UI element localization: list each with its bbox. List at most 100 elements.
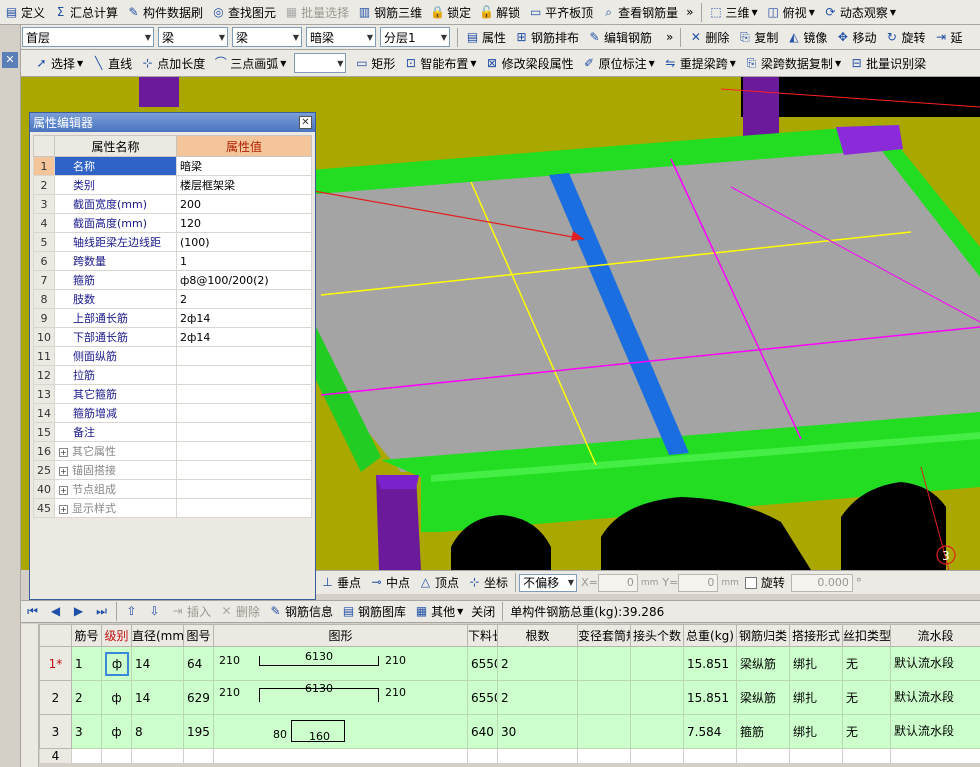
- column-header[interactable]: 变径套筒规格: [577, 624, 632, 647]
- main-toolbar-button-3[interactable]: ◎ 查找图元: [207, 2, 280, 23]
- row-number[interactable]: 3: [39, 714, 72, 749]
- column-header[interactable]: 直径(mm): [131, 624, 184, 647]
- x-coordinate-input[interactable]: 0: [597, 573, 638, 592]
- draw-button-3[interactable]: ⌒ 三点画弧 ▼: [209, 53, 290, 74]
- edit-button-2[interactable]: ◭ 镜像: [782, 27, 831, 48]
- draw-button-1[interactable]: ╲ 直线: [87, 53, 136, 74]
- offset-mode-select[interactable]: 不偏移 ▼: [519, 573, 578, 592]
- table-row[interactable]: 22ф1462921061302106550215.851梁纵筋绑扎无默认流水段…: [39, 680, 980, 715]
- property-row[interactable]: 3 截面宽度(mm) 200: [33, 194, 312, 214]
- property-row[interactable]: 11 侧面纵筋: [33, 346, 312, 366]
- cell-dia[interactable]: 14: [131, 680, 184, 715]
- cell-len[interactable]: 6550: [467, 646, 499, 681]
- row-number[interactable]: 2: [39, 680, 72, 715]
- property-value[interactable]: 暗梁: [176, 156, 312, 176]
- row-number[interactable]: 4: [39, 748, 72, 764]
- insert-button[interactable]: ⇥ 插入: [166, 601, 215, 622]
- column-header[interactable]: 钢筋归类: [736, 624, 791, 647]
- column-header[interactable]: 流水段: [890, 624, 980, 647]
- subtype-select[interactable]: 梁 ▼: [232, 27, 302, 47]
- cell-weight[interactable]: 15.851: [683, 646, 738, 681]
- cell-dia[interactable]: 14: [131, 646, 184, 681]
- property-value[interactable]: 2ф14: [176, 327, 312, 347]
- property-row[interactable]: 9 上部通长筋 2ф14: [33, 308, 312, 328]
- property-value[interactable]: 2: [176, 289, 312, 309]
- draw2-button-1[interactable]: ⊡ 智能布置 ▼: [399, 53, 480, 74]
- draw2-button-3[interactable]: ✐ 原位标注 ▼: [578, 53, 659, 74]
- main-toolbar-button-1[interactable]: Σ 汇总计算: [49, 2, 122, 23]
- cell-count[interactable]: 2: [497, 646, 579, 681]
- property-row[interactable]: 4 截面高度(mm) 120: [33, 213, 312, 233]
- draw2-button-4[interactable]: ⇋ 重提梁跨 ▼: [659, 53, 740, 74]
- main-toolbar-button-8[interactable]: ▭ 平齐板顶: [524, 2, 597, 23]
- floor-select[interactable]: 首层 ▼: [22, 27, 154, 47]
- property-value[interactable]: 2ф14: [176, 308, 312, 328]
- cell-cat[interactable]: 箍筋: [736, 714, 791, 749]
- cell-len[interactable]: 6550: [467, 680, 499, 715]
- draw-button-2[interactable]: ⊹ 点加长度: [136, 53, 209, 74]
- cell-stage[interactable]: 默认流水段: [890, 646, 980, 681]
- column-header[interactable]: 图形: [212, 624, 469, 647]
- snap-button-1[interactable]: ⊸ 中点: [365, 572, 414, 593]
- cell-count[interactable]: 30: [497, 714, 579, 749]
- expand-plus-icon[interactable]: +: [59, 505, 68, 514]
- main-toolbar-button-2[interactable]: ✎ 构件数据刷: [122, 2, 207, 23]
- property-editor-titlebar[interactable]: 属性编辑器 ✕: [30, 113, 315, 132]
- cell-shape[interactable]: 210 6130 210: [212, 680, 469, 715]
- cell-grade[interactable]: ф: [101, 646, 132, 681]
- empty-cell[interactable]: [630, 748, 685, 764]
- empty-cell[interactable]: [577, 748, 632, 764]
- cell-stage[interactable]: 默认流水段: [890, 680, 980, 715]
- cell-len[interactable]: 640: [467, 714, 499, 749]
- empty-cell[interactable]: [497, 748, 579, 764]
- expand-plus-icon[interactable]: +: [59, 448, 68, 457]
- property-row[interactable]: 16 + 其它属性: [33, 441, 312, 461]
- property-row[interactable]: 1 名称 暗梁: [33, 156, 312, 176]
- draw-button-0[interactable]: ➚ 选择 ▼: [30, 53, 87, 74]
- cell-thread[interactable]: 无: [842, 714, 892, 749]
- cell-joints[interactable]: [630, 680, 685, 715]
- property-value[interactable]: [176, 479, 312, 499]
- cell-sleeve[interactable]: [577, 646, 632, 681]
- property-row[interactable]: 14 箍筋增减: [33, 403, 312, 423]
- cell-fig[interactable]: 64: [183, 646, 214, 681]
- cell-sleeve[interactable]: [577, 680, 632, 715]
- next-record-button[interactable]: ▶: [67, 601, 90, 622]
- cell-dia[interactable]: 8: [131, 714, 184, 749]
- component-button-2[interactable]: ✎ 编辑钢筋: [583, 27, 656, 48]
- snap-button-0[interactable]: ⊥ 垂点: [316, 572, 365, 593]
- cell-lap[interactable]: 绑扎: [789, 714, 844, 749]
- empty-cell[interactable]: [131, 748, 184, 764]
- cell-fig[interactable]: 195: [183, 714, 214, 749]
- property-value[interactable]: 楼层框架梁: [176, 175, 312, 195]
- view-button-0[interactable]: ⬚ 三维 ▼: [705, 2, 762, 23]
- arc-mode-select[interactable]: ▼: [294, 53, 347, 73]
- cell-count[interactable]: 2: [497, 680, 579, 715]
- cell-joints[interactable]: [630, 714, 685, 749]
- property-value[interactable]: 120: [176, 213, 312, 233]
- table-row[interactable]: 33ф819580160640307.584箍筋绑扎无默认流水段第1跨: [39, 714, 980, 749]
- property-row[interactable]: 40 + 节点组成: [33, 479, 312, 499]
- draw2-button-5[interactable]: ⎘ 梁跨数据复制 ▼: [740, 53, 845, 74]
- edit-button-0[interactable]: ✕ 删除: [684, 27, 733, 48]
- cell-grade[interactable]: ф: [101, 680, 132, 715]
- cell-thread[interactable]: 无: [842, 646, 892, 681]
- property-row[interactable]: 15 备注: [33, 422, 312, 442]
- edit-button-1[interactable]: ⎘ 复制: [733, 27, 782, 48]
- cell-thread[interactable]: 无: [842, 680, 892, 715]
- column-header[interactable]: 筋号: [71, 624, 102, 647]
- table-row[interactable]: 4: [39, 748, 980, 764]
- cell-lap[interactable]: 绑扎: [789, 646, 844, 681]
- empty-cell[interactable]: [890, 748, 980, 764]
- property-value[interactable]: [176, 365, 312, 385]
- property-value[interactable]: (100): [176, 232, 312, 252]
- cell-stage[interactable]: 默认流水段: [890, 714, 980, 749]
- snap-button-2[interactable]: △ 顶点: [414, 572, 463, 593]
- snap-button-3[interactable]: ⊹ 坐标: [463, 572, 512, 593]
- overflow-button[interactable]: »: [682, 2, 697, 23]
- empty-cell[interactable]: [183, 748, 214, 764]
- cell-no[interactable]: 1: [71, 646, 102, 681]
- overflow-button[interactable]: »: [662, 27, 677, 48]
- delete-row-button[interactable]: ✕ 删除: [215, 601, 264, 622]
- property-row[interactable]: 7 箍筋 ф8@100/200(2): [33, 270, 312, 290]
